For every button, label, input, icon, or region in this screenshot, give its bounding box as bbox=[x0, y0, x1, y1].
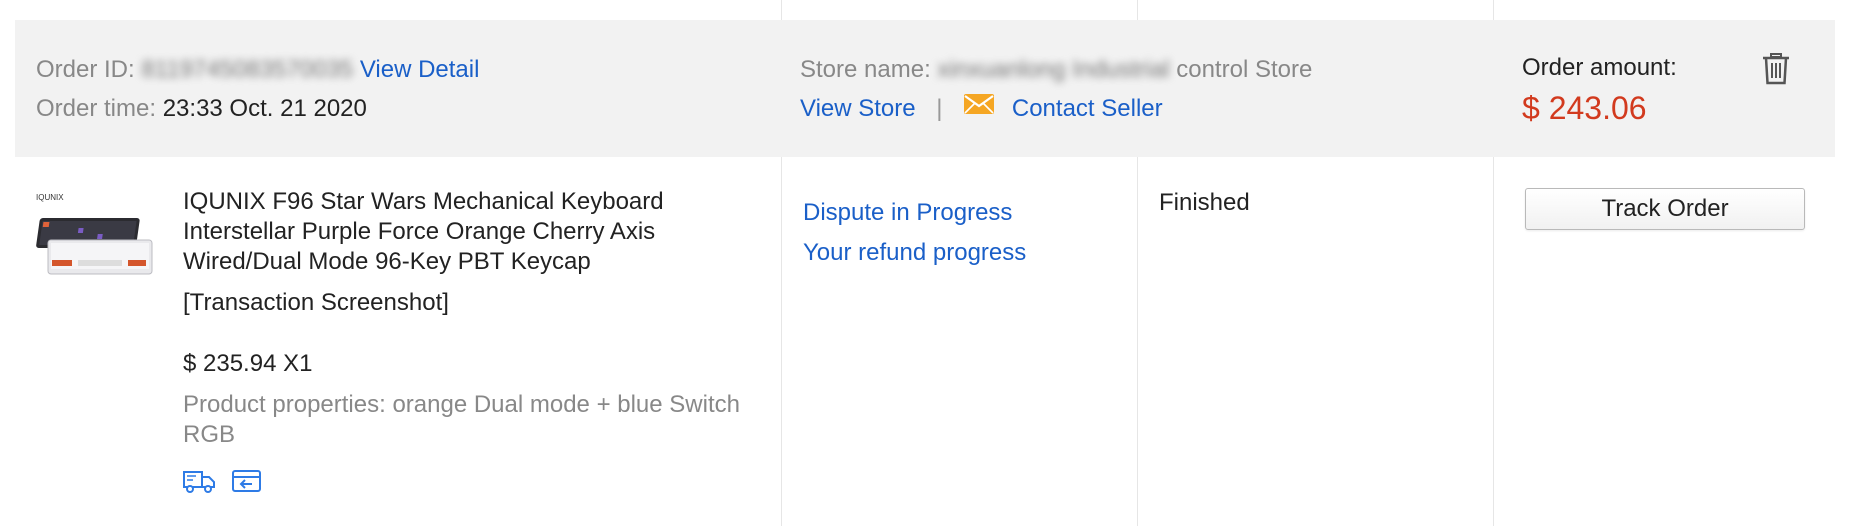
store-name-label: Store name: bbox=[800, 56, 931, 83]
dispute-in-progress-link[interactable]: Dispute in Progress bbox=[803, 198, 1012, 228]
store-links-row: View Store | Contact Seller bbox=[800, 92, 1163, 124]
product-title-line-3: Wired/Dual Mode 96-Key PBT Keycap bbox=[183, 248, 591, 275]
product-title-line-2: Interstellar Purple Force Orange Cherry … bbox=[183, 218, 656, 245]
order-amount-label: Order amount: bbox=[1522, 54, 1677, 81]
store-name-row: Store name: xinxuanlong Industrial contr… bbox=[800, 55, 1312, 85]
order-id-row: Order ID: 8119745083570035 View Detail bbox=[36, 55, 479, 85]
view-detail-link[interactable]: View Detail bbox=[360, 56, 480, 83]
track-order-button[interactable]: Track Order bbox=[1525, 188, 1805, 230]
product-title-line-1: IQUNIX F96 Star Wars Mechanical Keyboard bbox=[183, 188, 664, 215]
product-title[interactable]: IQUNIX F96 Star Wars Mechanical Keyboard… bbox=[183, 187, 783, 277]
product-properties-line-1: Product properties: orange Dual mode + b… bbox=[183, 391, 740, 418]
order-amount-value: $ 243.06 bbox=[1522, 90, 1647, 126]
view-store-link[interactable]: View Store bbox=[800, 95, 916, 122]
order-id-label: Order ID: bbox=[36, 56, 135, 83]
order-id-value: 8119745083570035 bbox=[141, 56, 354, 83]
transaction-screenshot-link[interactable]: [Transaction Screenshot] bbox=[183, 288, 449, 318]
store-name-value: xinxuanlong Industrial bbox=[937, 56, 1170, 83]
store-links-separator: | bbox=[936, 95, 943, 122]
trash-icon[interactable] bbox=[1761, 50, 1791, 86]
store-name-suffix: control Store bbox=[1176, 56, 1313, 83]
refund-progress-link[interactable]: Your refund progress bbox=[803, 238, 1026, 268]
product-thumbnail[interactable]: IQUNIX bbox=[36, 190, 154, 280]
order-time-label: Order time: bbox=[36, 95, 157, 122]
product-brand-mark: IQUNIX bbox=[36, 193, 64, 202]
order-time-row: Order time: 23:33 Oct. 21 2020 bbox=[36, 94, 367, 124]
envelope-icon bbox=[963, 92, 995, 124]
return-box-icon[interactable] bbox=[230, 467, 264, 495]
contact-seller-link[interactable]: Contact Seller bbox=[1012, 95, 1163, 122]
product-properties-line-2: RGB bbox=[183, 421, 236, 448]
order-status: Finished bbox=[1159, 189, 1250, 216]
shipping-truck-icon[interactable] bbox=[182, 467, 216, 495]
product-price-qty: $ 235.94 X1 bbox=[183, 350, 313, 377]
order-time-value: 23:33 Oct. 21 2020 bbox=[162, 95, 367, 122]
